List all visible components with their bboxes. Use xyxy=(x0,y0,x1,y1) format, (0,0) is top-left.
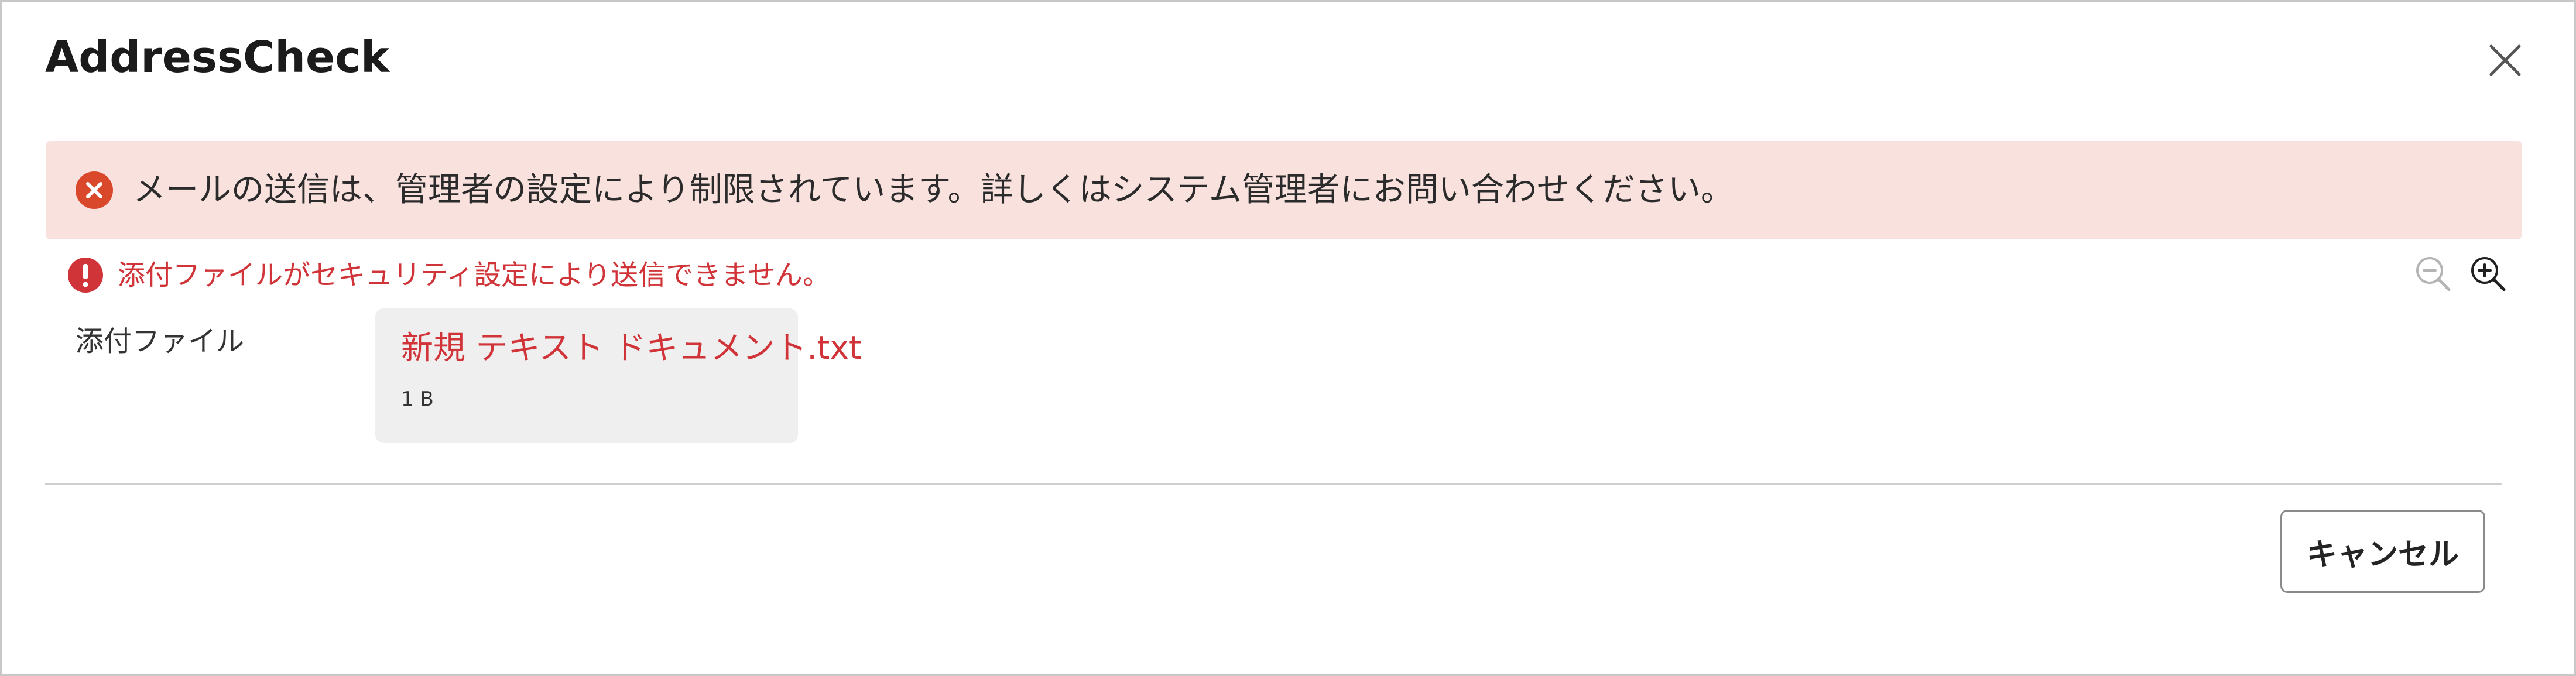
attachment-file-name[interactable]: 新規 テキスト ドキュメント.txt xyxy=(401,328,861,367)
close-button[interactable] xyxy=(2484,39,2526,81)
security-error-message: 添付ファイルがセキュリティ設定により送信できません。 xyxy=(118,259,830,291)
error-circle-x-icon xyxy=(76,171,113,209)
attachment-file-size: 1 B xyxy=(401,387,434,411)
zoom-out-button[interactable] xyxy=(2413,253,2454,294)
exclamation-circle-icon xyxy=(68,258,103,293)
cancel-button[interactable]: キャンセル xyxy=(2280,510,2485,593)
zoom-out-icon xyxy=(2416,257,2451,291)
divider xyxy=(45,483,2502,485)
close-icon xyxy=(2489,44,2521,76)
zoom-in-icon xyxy=(2471,257,2506,291)
zoom-in-button[interactable] xyxy=(2468,253,2509,294)
security-error: 添付ファイルがセキュリティ設定により送信できません。 xyxy=(67,255,830,296)
attachment-card[interactable]: 新規 テキスト ドキュメント.txt 1 B xyxy=(375,308,861,443)
attachments-label: 添付ファイル xyxy=(76,325,245,358)
error-banner-message: メールの送信は、管理者の設定により制限されています。詳しくはシステム管理者にお問… xyxy=(133,171,1734,209)
dialog-title: AddressCheck xyxy=(45,32,390,83)
address-check-dialog: AddressCheck メールの送信は、管理者の設定により制限されています。詳… xyxy=(0,0,2576,676)
error-banner: メールの送信は、管理者の設定により制限されています。詳しくはシステム管理者にお問… xyxy=(46,141,2522,239)
